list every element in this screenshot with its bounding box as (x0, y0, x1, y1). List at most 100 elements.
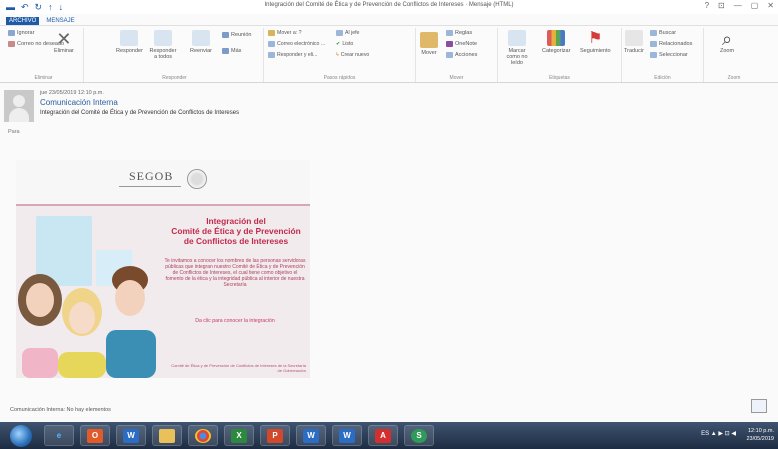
quick-step-email[interactable]: Correo electrónico ... (268, 41, 325, 47)
rules-button[interactable]: Reglas (446, 30, 472, 36)
quick-step-done[interactable]: ✔ Listo (336, 41, 353, 47)
categorize-icon (547, 30, 566, 46)
banner-body: Te invitamos a conocer los nombres de la… (164, 258, 306, 288)
banner-link[interactable]: Da clic para conocer la integración (164, 318, 306, 324)
onenote-icon (446, 41, 453, 47)
message-subject: Integración del Comité de Ética y de Pre… (40, 110, 240, 116)
minimize-button[interactable]: — (734, 1, 742, 10)
meeting-button[interactable]: Reunión (222, 32, 252, 38)
translate-button[interactable]: Traducir (624, 30, 644, 54)
ignore-button[interactable]: Ignorar (8, 30, 34, 36)
more-button[interactable]: Más (222, 48, 241, 54)
taskbar-explorer[interactable] (152, 425, 182, 446)
taskbar-powerpoint[interactable]: P (260, 425, 290, 446)
group-eliminar: Ignorar Correo no deseado ✕ Eliminar Eli… (4, 28, 84, 82)
people-pane-text[interactable]: Comunicación Interna: No hay elementos (10, 407, 111, 413)
logo-divider (119, 186, 181, 187)
taskbar-chrome[interactable] (188, 425, 218, 446)
word-icon: W (339, 428, 355, 443)
forward-button[interactable]: Reenviar (190, 30, 212, 54)
clock[interactable]: 12:10 p.m. 23/05/2019 (746, 427, 774, 443)
taskbar-outlook[interactable]: O (80, 425, 110, 446)
delete-button[interactable]: ✕ Eliminar (54, 30, 74, 54)
actions-button[interactable]: Acciones (446, 52, 477, 58)
related-icon (650, 41, 657, 47)
reply-all-button[interactable]: Responder a todos (148, 30, 178, 60)
more-icon (222, 48, 229, 54)
powerpoint-icon: P (267, 428, 283, 443)
move-button[interactable]: Mover (420, 32, 438, 56)
related-button[interactable]: Relacionados (650, 41, 692, 47)
quick-step-reply-delete[interactable]: Responder y eli... (268, 52, 317, 58)
quick-step-new[interactable]: ϟ Crear nuevo (336, 52, 369, 58)
window-controls: ? ⊡ — ▢ ✕ (705, 1, 774, 10)
flag-icon: ⚑ (588, 30, 603, 47)
quick-step-boss[interactable]: Al jefe (336, 30, 359, 36)
categorize-button[interactable]: Categorizar (542, 30, 570, 54)
junk-icon (8, 41, 15, 47)
app-icon: S (411, 428, 427, 443)
meeting-icon (222, 32, 229, 38)
envelope-icon (508, 30, 526, 46)
find-button[interactable]: Buscar (650, 30, 676, 36)
actions-icon (446, 52, 453, 58)
tab-mensaje[interactable]: MENSAJE (43, 17, 77, 25)
start-button[interactable] (10, 425, 32, 447)
system-tray[interactable]: ES ▲ ▶ ⊡ ◀ (701, 430, 736, 437)
taskbar-word-2[interactable]: W (296, 425, 326, 446)
mark-unread-button[interactable]: Marcar como no leído (502, 30, 532, 66)
banner-header: SEGOB (16, 160, 310, 206)
announcement-banner[interactable]: SEGOB Integración del Comité de Ética y … (16, 160, 310, 378)
forward-icon (192, 30, 210, 46)
message-sender[interactable]: Comunicación Interna (40, 98, 118, 107)
help-button[interactable]: ? (705, 1, 709, 10)
folder-icon (159, 428, 175, 443)
group-label-edicion: Edición (654, 75, 671, 81)
maximize-button[interactable]: ▢ (751, 1, 759, 10)
onenote-button[interactable]: OneNote (446, 41, 477, 47)
recipient-label: Para (8, 129, 20, 135)
close-button[interactable]: ✕ (767, 1, 774, 10)
taskbar-word-3[interactable]: W (332, 425, 362, 446)
people-pane-icon[interactable] (751, 399, 767, 413)
seal-icon (187, 169, 207, 189)
taskbar: e O W X P W W A S ES ▲ ▶ ⊡ ◀ 12:10 p.m. … (0, 422, 778, 449)
banner-title: Integración del Comité de Ética y de Pre… (171, 216, 301, 246)
ribbon-display-button[interactable]: ⊡ (718, 1, 725, 10)
group-etiquetas: Marcar como no leído Categorizar ⚑ Segui… (498, 28, 622, 82)
org-logo: SEGOB (129, 169, 174, 183)
ie-icon: e (56, 431, 62, 440)
taskbar-acrobat[interactable]: A (368, 425, 398, 446)
move-folder-icon (420, 32, 438, 48)
window-title: Integración del Comité de Ética y de Pre… (264, 2, 514, 8)
title-bar: ▬ ↶ ↻ ↑ ↓ Integración del Comité de Étic… (0, 0, 778, 14)
group-responder: Responder Responder a todos Reenviar Reu… (86, 28, 264, 82)
taskbar-excel[interactable]: X (224, 425, 254, 446)
group-label-etiquetas: Etiquetas (549, 75, 570, 81)
banner-footer: Comité de Ética y de Prevención de Confl… (171, 363, 306, 373)
zoom-button[interactable]: ⌕ Zoom (720, 30, 734, 54)
magnifier-icon: ⌕ (721, 29, 733, 49)
tab-archivo[interactable]: ARCHIVO (6, 17, 40, 25)
select-button[interactable]: Seleccionar (650, 52, 688, 58)
group-edicion: Traducir Buscar Relacionados Seleccionar… (622, 28, 704, 82)
reply-all-icon (154, 30, 172, 46)
group-zoom: ⌕ Zoom Zoom (704, 28, 764, 82)
ribbon-tabs: ARCHIVO MENSAJE (0, 14, 778, 25)
follow-up-button[interactable]: ⚑ Seguimiento (580, 30, 611, 54)
ignore-icon (8, 30, 15, 36)
taskbar-ie[interactable]: e (44, 425, 74, 446)
group-label-quick-steps: Pasos rápidos (323, 75, 356, 81)
taskbar-app[interactable]: S (404, 425, 434, 446)
reply-icon (120, 30, 139, 46)
acrobat-icon: A (375, 428, 391, 443)
taskbar-word-1[interactable]: W (116, 425, 146, 446)
lightning-icon: ϟ (336, 52, 339, 58)
reply-button[interactable]: Responder (116, 30, 143, 54)
select-icon (650, 52, 657, 58)
quick-step-move[interactable]: Mover a: ? (268, 30, 302, 36)
group-label-zoom: Zoom (727, 75, 741, 81)
binoculars-icon (650, 30, 657, 36)
group-label-mover: Mover (449, 75, 464, 81)
group-label-responder: Responder (162, 75, 187, 81)
